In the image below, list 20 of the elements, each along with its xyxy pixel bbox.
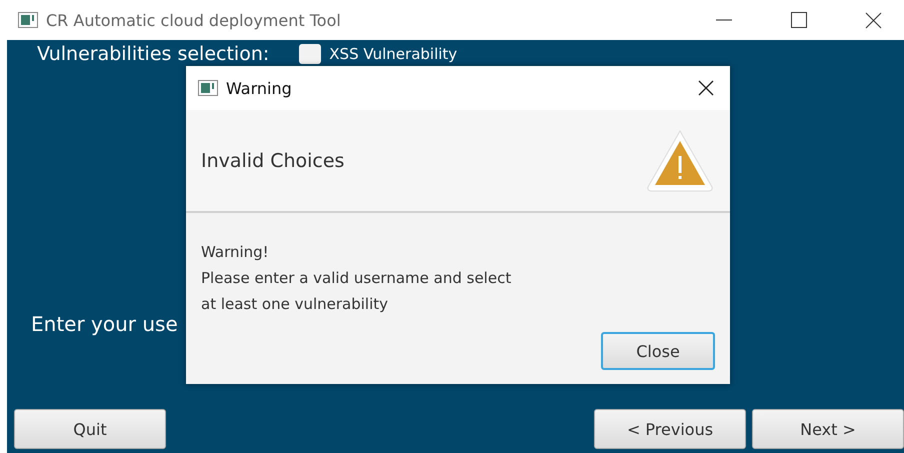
- dialog-title: Warning: [226, 78, 292, 98]
- checkbox-label: XSS Vulnerability: [329, 44, 458, 62]
- close-button[interactable]: Close: [601, 332, 715, 370]
- warning-icon: [646, 128, 714, 192]
- close-icon[interactable]: [865, 12, 882, 28]
- quit-button[interactable]: Quit: [14, 409, 166, 449]
- message-text: Warning!: [201, 242, 270, 263]
- maximize-icon[interactable]: [791, 12, 807, 28]
- message-text: at least one vulnerability: [201, 294, 390, 315]
- app-icon: [198, 80, 218, 96]
- close-icon[interactable]: [698, 80, 714, 96]
- previous-button[interactable]: < Previous: [594, 409, 746, 449]
- checkbox[interactable]: [299, 44, 322, 64]
- vulnerabilities-label: Vulnerabilities selection:: [37, 42, 270, 64]
- next-button[interactable]: Next >: [752, 409, 904, 449]
- app-icon: [18, 12, 38, 28]
- dialog-header: Invalid Choices: [201, 150, 344, 172]
- username-label: Enter your use: [31, 312, 178, 336]
- message-text: Please enter a valid username and select: [201, 268, 512, 289]
- window-title: CR Automatic cloud deployment Tool: [46, 10, 341, 30]
